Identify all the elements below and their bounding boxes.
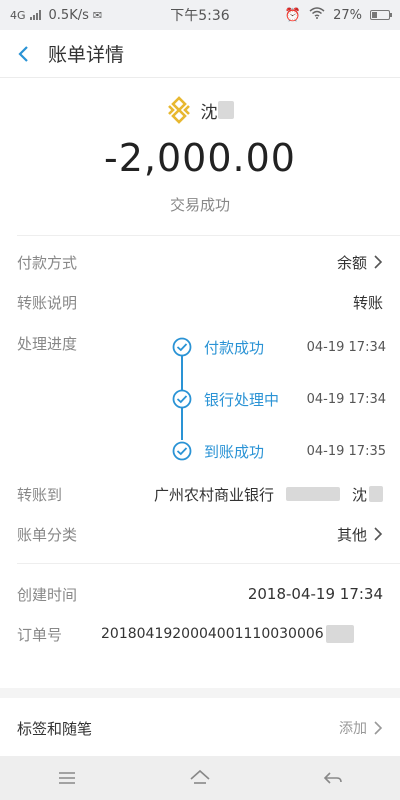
tags-action: 添加 (177, 718, 383, 738)
payment-method-row[interactable]: 付款方式 余额 (0, 242, 400, 282)
home-icon (190, 769, 210, 784)
blurred-account (285, 487, 340, 501)
transfer-to-label: 转账到 (17, 485, 63, 504)
transfer-note-row: 转账说明 转账 (0, 282, 400, 322)
order-number-row: 订单号 2018041920004001110030006 (0, 614, 400, 654)
chevron-left-icon (18, 45, 28, 62)
status-left: 4G 0.5K/s ✉ (10, 8, 150, 23)
created-time-label: 创建时间 (17, 585, 78, 604)
transfer-to-row: 转账到 广州农村商业银行 沈 (0, 474, 400, 514)
network-type: 4G (10, 8, 26, 22)
step-label: 银行处理中 (204, 390, 280, 409)
transfer-to-bank: 广州农村商业银行 (153, 485, 274, 504)
status-right: ⏰ 27% (250, 7, 392, 23)
transaction-summary: 沈 -2,000.00 交易成功 (0, 78, 400, 228)
progress-step: 付款成功 04-19 17:34 (172, 335, 386, 359)
step-time: 04-19 17:34 (306, 339, 386, 355)
transfer-note-label: 转账说明 (17, 293, 78, 312)
transfer-to-name: 沈 (351, 485, 367, 504)
transfer-to-value: 广州农村商业银行 沈 (127, 484, 383, 505)
back-arrow-icon (324, 772, 343, 784)
blurred-name (369, 486, 383, 502)
chevron-right-icon (374, 721, 383, 735)
back-nav-button[interactable] (320, 765, 346, 791)
progress-step: 到账成功 04-19 17:35 (172, 439, 386, 463)
bank-logo-icon (167, 96, 190, 124)
notification-icon: ✉ (92, 8, 103, 22)
created-time-row: 创建时间 2018-04-19 17:34 (0, 574, 400, 614)
category-value: 其他 (127, 524, 383, 545)
check-circle-icon (172, 441, 192, 461)
divider (17, 235, 400, 236)
created-time-value: 2018-04-19 17:34 (247, 585, 383, 603)
order-number-label: 订单号 (17, 625, 63, 644)
step-time: 04-19 17:35 (306, 443, 386, 459)
payment-method-text: 余额 (336, 253, 367, 272)
category-text: 其他 (336, 525, 367, 544)
status-bar: 4G 0.5K/s ✉ 下午5:36 ⏰ 27% (0, 0, 400, 30)
blurred-order-suffix (325, 625, 354, 643)
page-title: 账单详情 (48, 44, 125, 66)
divider (17, 563, 400, 564)
chevron-right-icon (374, 527, 383, 541)
payee-row: 沈 (0, 96, 400, 124)
tags-row[interactable]: 标签和随笔 添加 (0, 708, 400, 748)
step-label: 付款成功 (204, 338, 265, 357)
system-nav-bar (0, 756, 400, 800)
blurred-payee (217, 101, 234, 119)
alarm-icon: ⏰ (284, 7, 302, 23)
transfer-note-value: 转账 (352, 293, 383, 312)
add-tag-text: 添加 (339, 721, 367, 737)
signal-icon (29, 10, 41, 20)
back-button[interactable] (0, 30, 48, 78)
menu-icon (58, 772, 75, 784)
progress-label: 处理进度 (17, 335, 78, 353)
network-speed: 0.5K/s (48, 7, 89, 23)
section-divider (0, 688, 400, 698)
check-circle-icon (172, 337, 192, 357)
transaction-status: 交易成功 (169, 196, 230, 214)
check-circle-icon (172, 389, 192, 409)
battery-percent: 27% (333, 7, 362, 23)
transaction-amount: -2,000.00 (104, 136, 296, 180)
wifi-icon (309, 7, 325, 23)
status-time: 下午5:36 (170, 8, 230, 24)
payment-method-value: 余额 (127, 252, 383, 273)
step-time: 04-19 17:34 (306, 391, 386, 407)
step-label: 到账成功 (204, 442, 265, 461)
category-row[interactable]: 账单分类 其他 (0, 514, 400, 554)
home-button[interactable] (187, 765, 213, 791)
battery-icon (370, 10, 392, 20)
payment-method-label: 付款方式 (17, 253, 78, 272)
header: 账单详情 (0, 30, 400, 78)
category-label: 账单分类 (17, 525, 78, 544)
chevron-right-icon (374, 255, 383, 269)
order-number-value: 2018041920004001110030006 (101, 625, 383, 643)
tags-label: 标签和随笔 (17, 719, 93, 738)
order-number-text: 2018041920004001110030006 (101, 626, 324, 642)
progress-step: 银行处理中 04-19 17:34 (172, 387, 386, 411)
menu-button[interactable] (54, 765, 80, 791)
payee-name: 沈 (200, 102, 218, 123)
